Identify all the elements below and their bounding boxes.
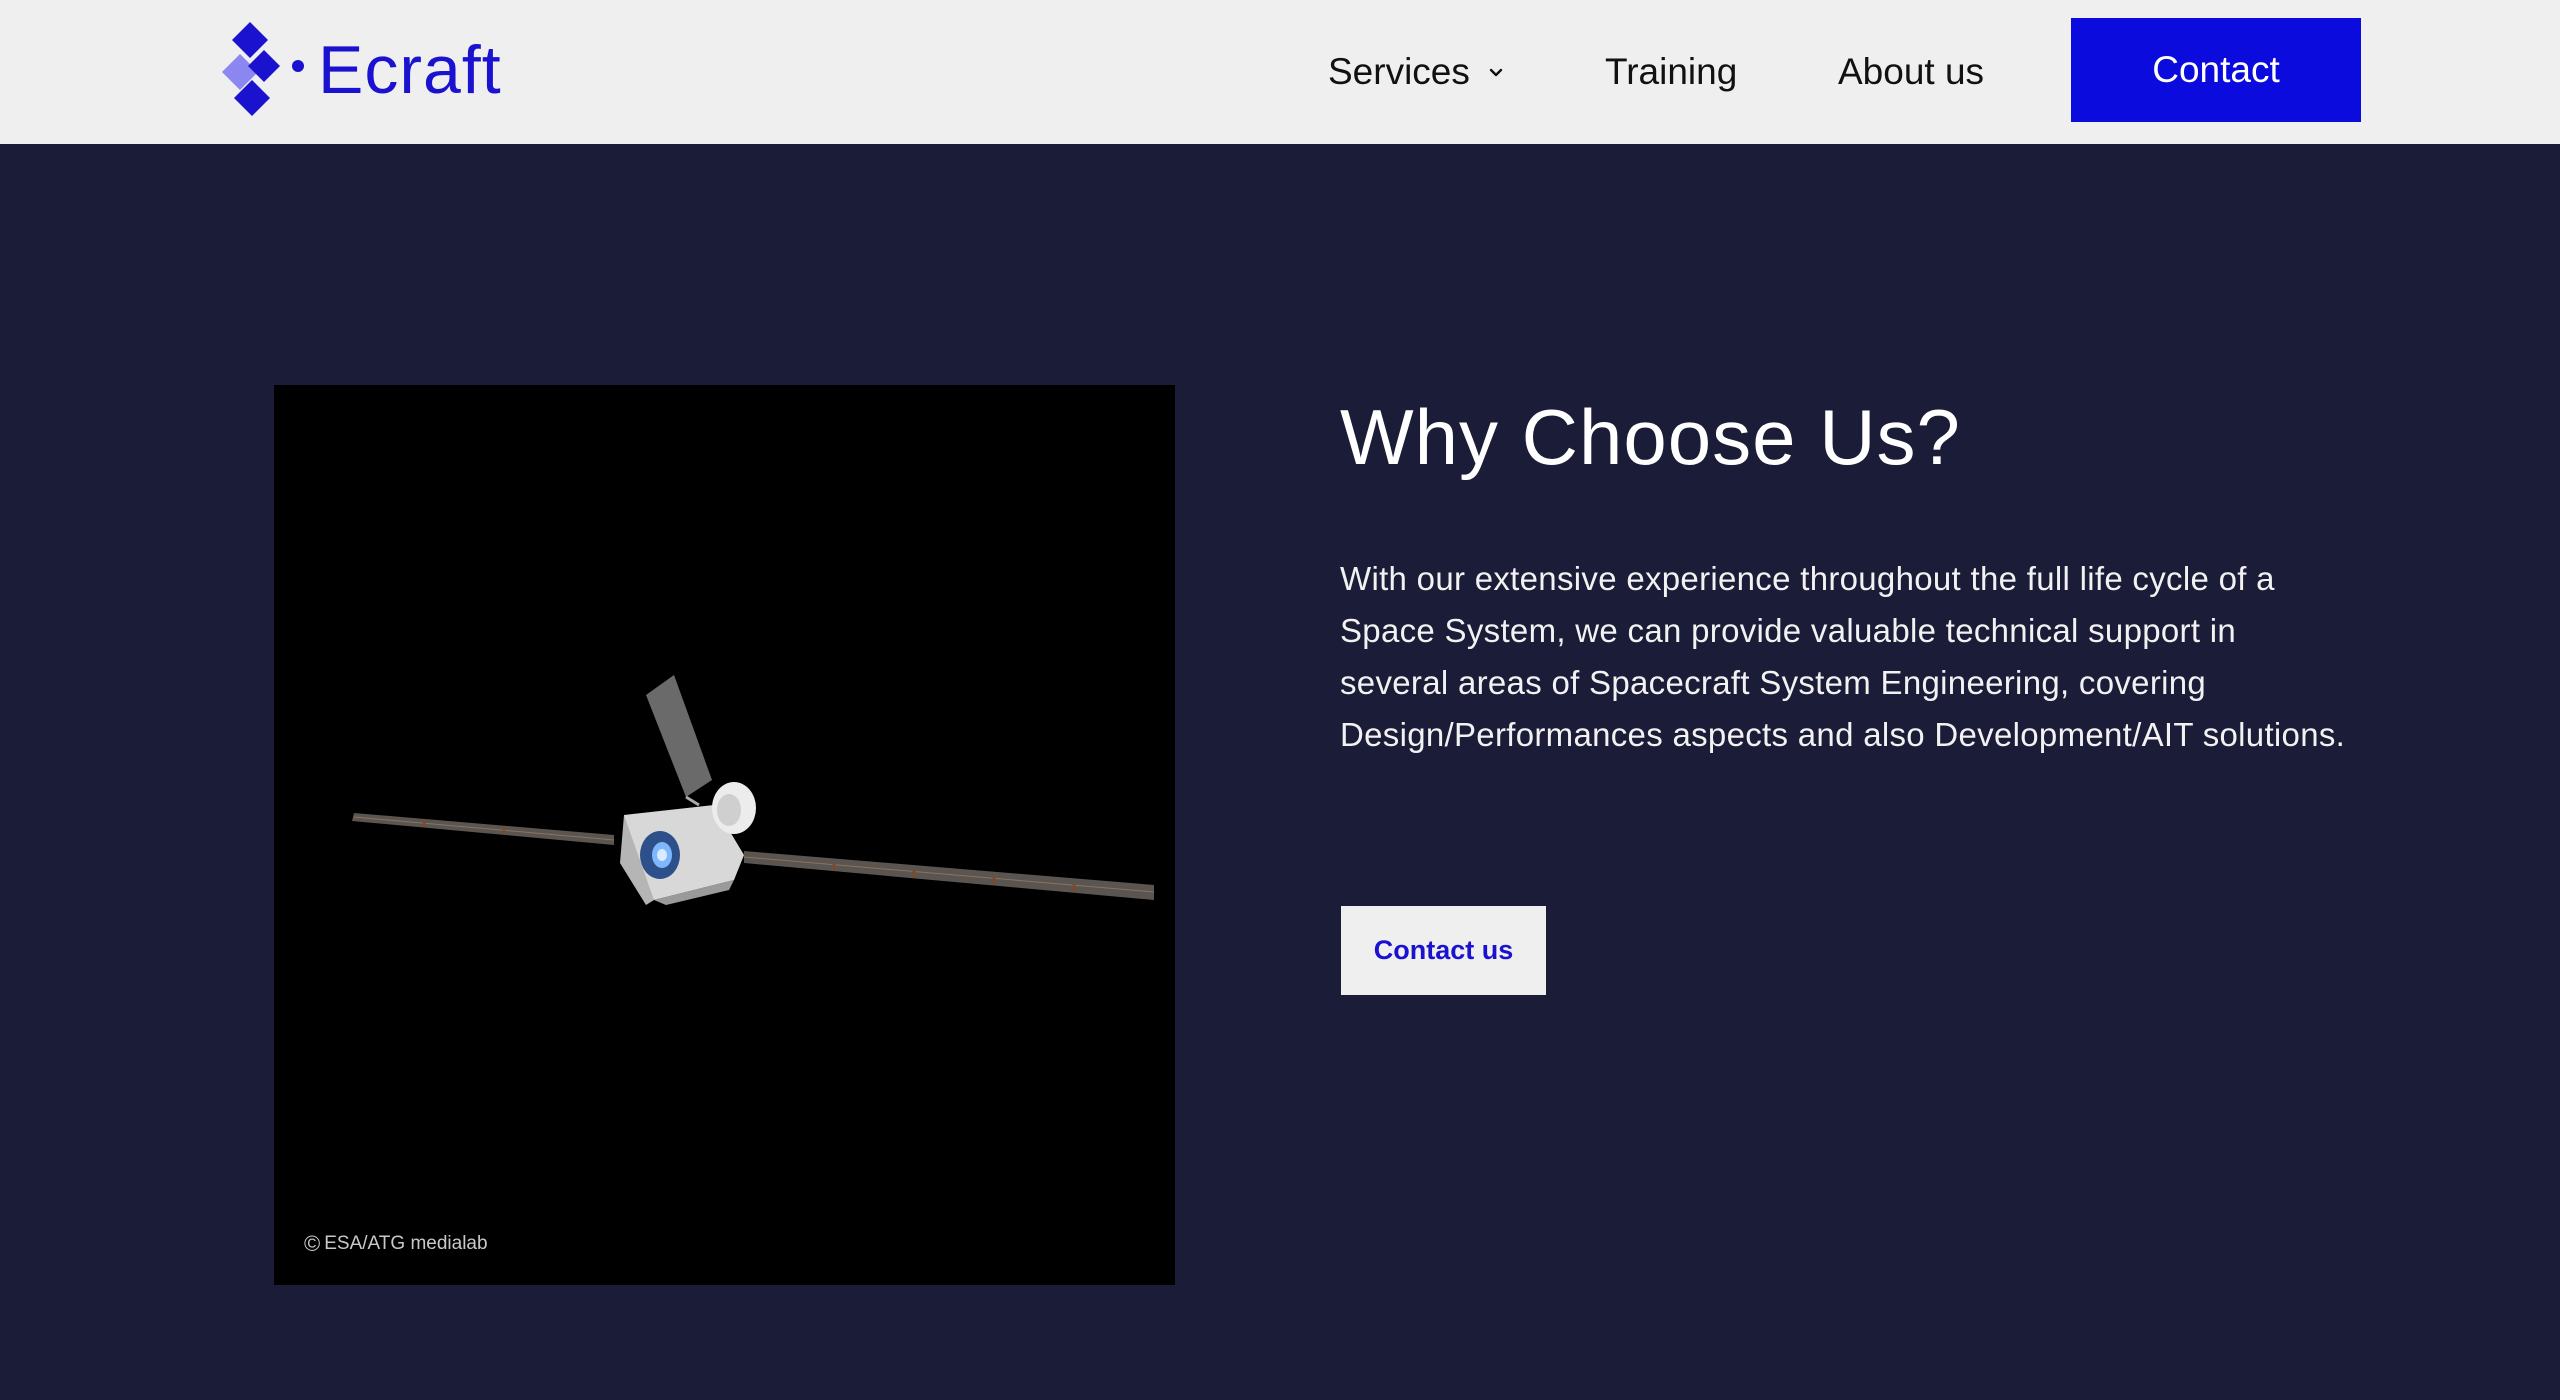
image-credit-text: ESA/ATG medialab — [324, 1233, 488, 1254]
copyright-icon: © — [304, 1231, 321, 1256]
section-title: Why Choose Us? — [1340, 393, 1961, 481]
nav-services-label: Services — [1328, 51, 1470, 92]
nav-training[interactable]: Training — [1605, 44, 1737, 100]
chevron-down-icon — [1489, 68, 1503, 77]
diamond-logo-icon — [222, 22, 304, 116]
spacecraft-image: © ESA/ATG medialab — [274, 385, 1175, 1285]
site-header: Ecraft Services Training About us Contac… — [0, 0, 2560, 144]
contact-us-button[interactable]: Contact us — [1341, 906, 1546, 995]
nav-services[interactable]: Services — [1328, 44, 1506, 100]
contact-button[interactable]: Contact — [2071, 18, 2361, 122]
logo-text: Ecraft — [318, 32, 502, 108]
logo-link[interactable]: Ecraft — [222, 22, 502, 118]
section-description: With our extensive experience throughout… — [1340, 560, 2346, 753]
image-credit: © ESA/ATG medialab — [304, 1233, 488, 1255]
spacecraft-illustration — [352, 675, 1155, 905]
nav-about-us[interactable]: About us — [1838, 44, 1984, 100]
